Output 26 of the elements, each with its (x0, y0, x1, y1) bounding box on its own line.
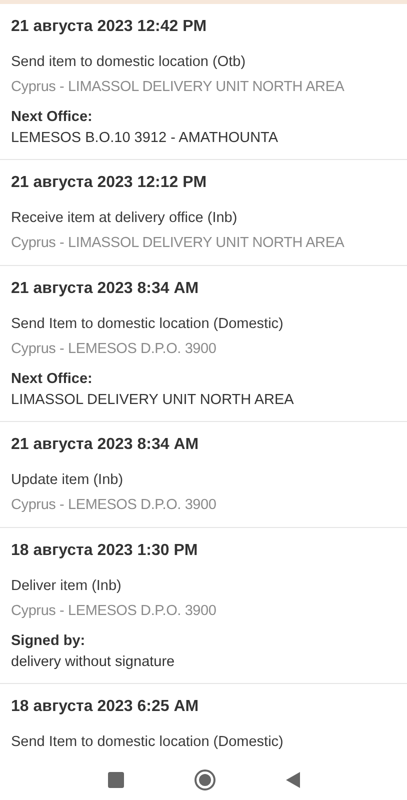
event-description: Deliver item (Inb) (11, 577, 122, 596)
detail-label: Next Office: (11, 108, 94, 127)
event-location: Cyprus - LEMESOS D.P.O. 3900 (11, 602, 218, 621)
event-description: Update item (Inb) (11, 471, 124, 490)
detail-label: Next Office: (11, 370, 94, 389)
event-location: Cyprus - LEMESOS D.P.O. 3900 (11, 340, 218, 359)
recent-apps-icon[interactable] (108, 772, 124, 788)
event-date: 21 августа 2023 12:42 PM (11, 17, 208, 37)
event-description: Send Item to domestic location (Domestic) (11, 733, 284, 752)
detail-value: LIMASSOL DELIVERY UNIT NORTH AREA (11, 391, 295, 410)
event-description: Receive item at delivery office (Inb) (11, 209, 238, 228)
event-date: 21 августа 2023 8:34 AM (11, 435, 200, 455)
event-description: Send item to domestic location (Otb) (11, 53, 247, 72)
detail-label: Signed by: (11, 632, 86, 651)
back-icon[interactable] (286, 772, 300, 788)
event-date: 21 августа 2023 8:34 AM (11, 279, 200, 299)
event-date: 18 августа 2023 1:30 PM (11, 541, 199, 561)
detail-value: LEMESOS B.O.10 3912 - AMATHOUNTA (11, 129, 279, 148)
event-description: Send Item to domestic location (Domestic) (11, 315, 284, 334)
event-location: Cyprus - LIMASSOL DELIVERY UNIT NORTH AREA (11, 234, 346, 253)
detail-value: delivery without signature (11, 653, 176, 672)
home-icon[interactable] (194, 769, 216, 791)
event-date: 18 августа 2023 6:25 AM (11, 697, 200, 717)
event-location: Cyprus - LIMASSOL DELIVERY UNIT NORTH AREA (11, 78, 346, 97)
event-location: Cyprus - LEMESOS D.P.O. 3900 (11, 496, 218, 515)
event-date: 21 августа 2023 12:12 PM (11, 173, 208, 193)
